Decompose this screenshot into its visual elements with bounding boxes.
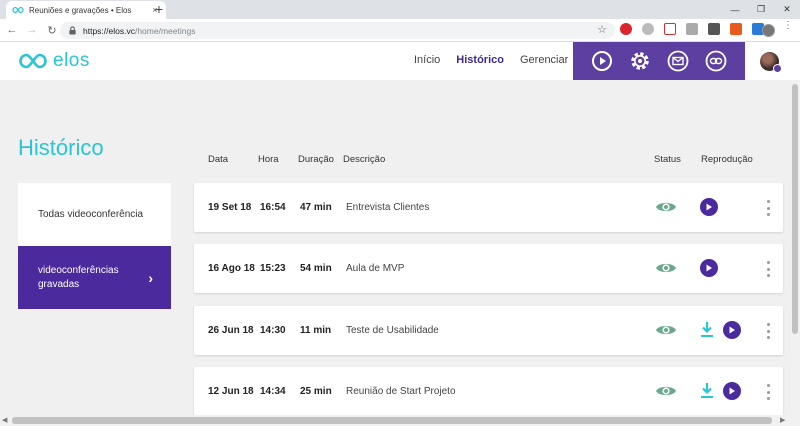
horizontal-scrollbar[interactable]: ◀ ▶ [0,415,800,426]
header-playback: Reprodução [701,154,753,165]
row-description: Entrevista Clientes [346,202,430,213]
eye-icon[interactable] [655,322,677,338]
avatar-status-badge [773,64,782,73]
sidebar: Todas videoconferência videoconferências… [18,183,171,309]
row-description: Teste de Usabilidade [346,325,439,336]
more-options-icon[interactable] [764,384,772,400]
row-date: 19 Set 18 [208,202,252,213]
row-time: 14:30 [260,325,286,336]
header-date: Data [208,154,229,165]
play-recording-button[interactable] [723,321,741,339]
logo-wordmark: elos [53,50,90,71]
more-options-icon[interactable] [764,261,772,277]
chevron-right-icon: › [148,269,153,286]
header-status: Status [654,154,681,165]
row-time: 14:34 [260,386,286,397]
table-row: 26 Jun 18 14:30 11 min Teste de Usabilid… [194,306,783,355]
reload-icon[interactable]: ↻ [44,22,60,38]
table-row: 16 Ago 18 15:23 54 min Aula de MVP [194,244,783,293]
extensions-area [620,23,774,35]
mail-extension-icon[interactable] [708,23,720,35]
row-duration: 11 min [300,325,332,336]
sidebar-item-all-conferences[interactable]: Todas videoconferência [18,183,171,246]
row-description: Aula de MVP [346,263,405,274]
opera-extension-icon[interactable] [620,23,632,35]
restore-icon[interactable]: ❐ [748,0,774,19]
header-time: Hora [258,154,279,165]
more-options-icon[interactable] [764,200,772,216]
vertical-scrollbar[interactable] [790,80,800,415]
vertical-scroll-thumb[interactable] [792,84,798,334]
horizontal-scroll-thumb[interactable] [12,417,772,424]
tab-title: Reuniões e gravações • Elos [29,5,132,15]
row-date: 16 Ago 18 [208,263,255,274]
row-duration: 54 min [300,263,332,274]
browser-tab-strip: Reuniões e gravações • Elos × + — ❐ ✕ [0,0,800,19]
elos-logo[interactable]: elos [18,50,90,72]
address-bar[interactable]: https://elos.vc /home/meetings ☆ [60,22,615,39]
browser-menu-icon[interactable]: ⋮ [783,21,793,31]
cart-extension-icon[interactable] [664,23,676,35]
row-date: 26 Jun 18 [208,325,254,336]
minimize-icon[interactable]: — [722,0,748,19]
mail-icon[interactable] [667,50,689,72]
scroll-left-icon[interactable]: ◀ [2,416,7,424]
app-header: elos Início Histórico Gerenciar [0,42,800,80]
header-description: Descrição [343,154,386,165]
browser-profile-icon[interactable] [762,24,775,37]
sidebar-item-label: videoconferências gravadas [38,264,119,290]
table-row: 19 Set 18 16:54 47 min Entrevista Client… [194,183,783,232]
url-host: https://elos.vc [83,25,135,36]
lock-icon [69,26,76,35]
back-icon[interactable]: ← [4,22,20,38]
scroll-right-icon[interactable]: ▶ [780,416,785,424]
row-description: Reunião de Start Projeto [346,386,456,397]
page-title: Histórico [18,135,104,160]
eye-icon[interactable] [655,199,677,215]
nav-gerenciar[interactable]: Gerenciar [520,54,568,66]
browser-toolbar: ← → ↻ https://elos.vc /home/meetings ☆ ⋮ [0,19,800,42]
table-header: Data Hora Duração Descrição Status Repro… [208,154,768,166]
elos-logo-icon [19,53,47,69]
sidebar-item-recorded-conferences[interactable]: videoconferências gravadas › [18,246,171,309]
grid-extension-icon[interactable] [730,23,742,35]
nav-historico[interactable]: Histórico [456,54,504,66]
browser-tab[interactable]: Reuniões e gravações • Elos × [6,1,166,19]
settings-icon[interactable] [629,50,651,72]
eye-icon[interactable] [655,383,677,399]
sidebar-item-label: Todas videoconferência [38,208,144,220]
camera-extension-icon[interactable] [686,23,698,35]
row-time: 16:54 [260,202,286,213]
close-window-icon[interactable]: ✕ [774,0,800,19]
play-recording-button[interactable] [700,259,718,277]
forward-icon[interactable]: → [24,22,40,38]
top-nav: Início Histórico Gerenciar [414,54,584,66]
play-icon [706,264,712,272]
play-recording-button[interactable] [700,198,718,216]
nav-inicio[interactable]: Início [414,54,440,66]
download-icon[interactable] [700,382,714,399]
url-path: /home/meetings [134,25,196,36]
play-icon [729,387,735,395]
eye-icon[interactable] [655,260,677,276]
row-time: 15:23 [260,263,286,274]
play-icon [729,326,735,334]
header-duration: Duração [298,154,334,165]
play-icon [706,203,712,211]
new-tab-button[interactable]: + [152,2,166,17]
link-icon[interactable] [705,50,727,72]
table-row: 12 Jun 18 14:34 25 min Reunião de Start … [194,367,783,416]
elos-favicon-icon [12,6,24,14]
bookmark-star-icon[interactable]: ☆ [597,23,607,36]
window-controls: — ❐ ✕ [722,0,800,19]
download-icon[interactable] [700,321,714,338]
play-circle-icon[interactable] [591,50,613,72]
header-action-bar [573,42,745,80]
more-options-icon[interactable] [764,323,772,339]
row-duration: 47 min [300,202,332,213]
extension-icon[interactable] [642,23,654,35]
play-recording-button[interactable] [723,382,741,400]
row-date: 12 Jun 18 [208,386,254,397]
row-duration: 25 min [300,386,332,397]
